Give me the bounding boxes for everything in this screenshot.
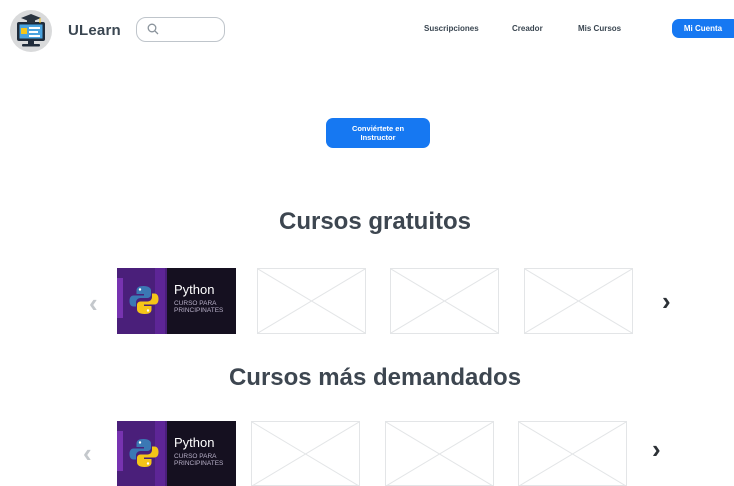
logo[interactable]: [10, 10, 52, 52]
chevron-right-icon[interactable]: ›: [662, 288, 671, 314]
search-icon: [147, 23, 159, 35]
course-card-placeholder[interactable]: [524, 268, 633, 334]
nav-mis-cursos[interactable]: Mis Cursos: [578, 24, 621, 33]
chevron-right-icon[interactable]: ›: [652, 436, 661, 462]
image-placeholder-icon: [525, 269, 632, 333]
image-placeholder-icon: [386, 422, 493, 485]
image-placeholder-icon: [519, 422, 626, 485]
python-logo-icon: [129, 439, 159, 467]
image-placeholder-icon: [391, 269, 498, 333]
course-title: Python: [174, 282, 215, 297]
computer-graduation-cap-icon: [17, 14, 45, 47]
python-logo-icon: [129, 286, 159, 314]
section-title-free: Cursos gratuitos: [278, 208, 472, 235]
course-card-python[interactable]: Python CURSO PARA PRINCIPINATES: [117, 421, 236, 486]
course-subtitle: CURSO PARA PRINCIPINATES: [174, 300, 224, 314]
course-card-placeholder[interactable]: [251, 421, 360, 486]
brand-name[interactable]: ULearn: [68, 22, 121, 39]
course-card-placeholder[interactable]: [518, 421, 627, 486]
section-title-popular: Cursos más demandados: [228, 364, 522, 391]
become-instructor-label: Conviértete en Instructor: [351, 124, 405, 142]
image-placeholder-icon: [258, 269, 365, 333]
search-box[interactable]: [136, 17, 225, 42]
course-card-placeholder[interactable]: [257, 268, 366, 334]
nav-suscripciones[interactable]: Suscripciones: [424, 24, 479, 33]
become-instructor-button[interactable]: Conviértete en Instructor: [326, 118, 430, 148]
nav-creador[interactable]: Creador: [512, 24, 543, 33]
course-card-python[interactable]: Python CURSO PARA PRINCIPINATES: [117, 268, 236, 334]
course-card-placeholder[interactable]: [390, 268, 499, 334]
chevron-left-icon[interactable]: ‹: [89, 290, 98, 316]
image-placeholder-icon: [252, 422, 359, 485]
chevron-left-icon[interactable]: ‹: [83, 440, 92, 466]
search-input[interactable]: [165, 21, 224, 40]
my-account-label: Mi Cuenta: [683, 24, 723, 33]
course-subtitle: CURSO PARA PRINCIPINATES: [174, 453, 224, 467]
my-account-button[interactable]: Mi Cuenta: [672, 19, 734, 38]
course-title: Python: [174, 435, 215, 450]
course-card-placeholder[interactable]: [385, 421, 494, 486]
